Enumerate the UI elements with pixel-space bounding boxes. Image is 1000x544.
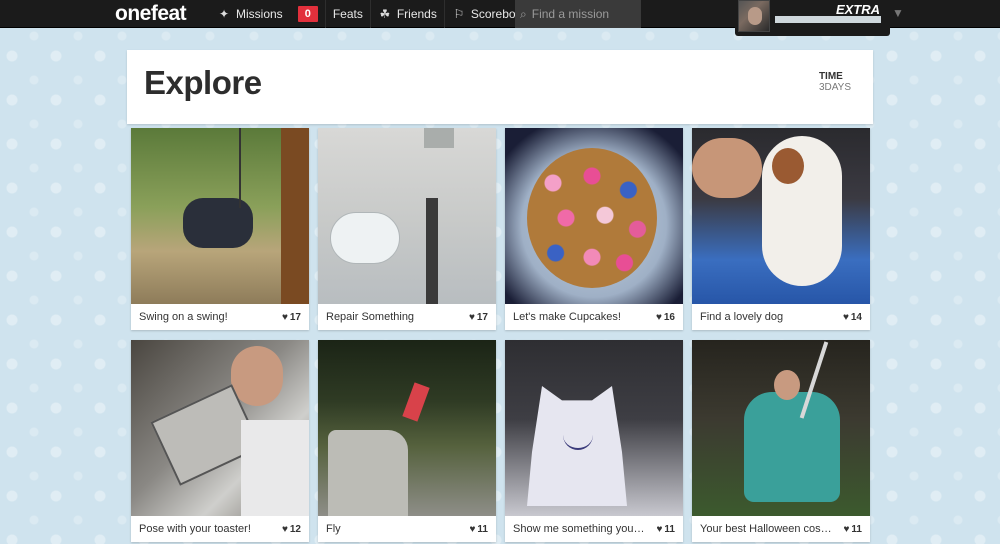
heart-icon: ♥	[843, 523, 850, 535]
mission-card[interactable]: Your best Halloween cost... ♥ 11	[692, 340, 870, 542]
likes-count[interactable]: ♥ 16	[656, 312, 675, 323]
mission-photo[interactable]	[131, 128, 309, 304]
likes-value: 17	[476, 311, 488, 323]
likes-count[interactable]: ♥ 12	[282, 524, 301, 535]
mission-photo[interactable]	[505, 128, 683, 304]
search-icon: ⌕	[520, 6, 527, 21]
time-value: 3DAYS	[818, 82, 851, 93]
user-rank: EXTRA	[835, 2, 880, 17]
shirt-shape	[241, 420, 309, 516]
mission-card[interactable]: Let's make Cupcakes! ♥ 16	[505, 128, 683, 330]
nav-friends-label: Friends	[396, 7, 437, 21]
dog-patch-shape	[772, 148, 804, 184]
person-shape	[183, 198, 253, 248]
likes-count[interactable]: ♥ 17	[282, 312, 301, 323]
face-shape	[231, 346, 283, 406]
mission-photo[interactable]	[692, 128, 870, 304]
head-shape	[774, 370, 800, 400]
mission-photo[interactable]	[505, 340, 683, 516]
mission-card[interactable]: Find a lovely dog ♥ 14	[692, 128, 870, 330]
main-nav: ✦ Missions 0 Feats ☘ Friends ⚐ Scoreboar…	[210, 0, 540, 28]
likes-count[interactable]: ♥ 11	[469, 524, 488, 535]
nav-missions[interactable]: ✦ Missions 0	[210, 0, 325, 28]
likes-value: 11	[477, 523, 488, 535]
heart-icon: ♥	[469, 523, 476, 535]
likes-count[interactable]: ♥ 11	[843, 524, 862, 535]
nav-missions-label: Missions	[236, 7, 283, 21]
nav-feats-label: Feats	[332, 7, 363, 21]
likes-value: 11	[664, 523, 675, 535]
onefeat-logo[interactable]: onefeat	[115, 2, 187, 26]
mission-title[interactable]: Repair Something	[326, 311, 414, 323]
jumper-shape	[402, 382, 430, 422]
page-title: Explore	[144, 64, 262, 101]
time-label: TIME	[818, 71, 843, 82]
heart-icon: ♥	[468, 311, 475, 323]
armchair-costume-shape	[744, 392, 840, 502]
mission-photo[interactable]	[692, 340, 870, 516]
likes-value: 12	[289, 523, 301, 535]
hand-shape	[692, 138, 762, 198]
nav-friends[interactable]: ☘ Friends	[369, 0, 444, 28]
heart-icon: ♥	[281, 523, 288, 535]
heart-icon: ♥	[281, 311, 288, 323]
likes-value: 16	[663, 311, 675, 323]
likes-value: 17	[289, 311, 301, 323]
likes-count[interactable]: ♥ 11	[656, 524, 675, 535]
mission-title[interactable]: Find a lovely dog	[700, 311, 783, 323]
heart-icon: ♥	[655, 311, 662, 323]
mission-photo[interactable]	[131, 340, 309, 516]
user-menu[interactable]: EXTRA	[735, 0, 890, 36]
likes-count[interactable]: ♥ 17	[469, 312, 488, 323]
mission-title[interactable]: Show me something you ...	[513, 523, 645, 535]
mission-card[interactable]: Pose with your toaster! ♥ 12	[131, 340, 309, 542]
mission-photo[interactable]	[318, 340, 496, 516]
search-input[interactable]	[531, 7, 632, 21]
mission-title[interactable]: Pose with your toaster!	[139, 523, 251, 535]
likes-count[interactable]: ♥ 14	[843, 312, 862, 323]
time-filter[interactable]: TIME 3DAYS	[819, 71, 851, 93]
likes-value: 14	[850, 311, 862, 323]
whisk-handle	[426, 198, 438, 304]
hairdryer-shape	[330, 212, 400, 264]
page-header: Explore TIME 3DAYS	[127, 50, 873, 124]
mission-card[interactable]: Show me something you ... ♥ 11	[505, 340, 683, 542]
mission-title[interactable]: Your best Halloween cost...	[700, 523, 832, 535]
missions-count-badge: 0	[297, 6, 318, 22]
mission-card[interactable]: Fly ♥ 11	[318, 340, 496, 542]
vent-shape	[424, 128, 454, 148]
mission-title[interactable]: Fly	[326, 523, 341, 535]
heart-icon: ♥	[842, 311, 849, 323]
rock-shape	[328, 430, 408, 516]
post-shape	[281, 128, 309, 304]
xp-progress-bar	[775, 16, 881, 23]
swing-chain	[239, 128, 241, 208]
mission-card[interactable]: Swing on a swing! ♥ 17	[131, 128, 309, 330]
mission-title[interactable]: Swing on a swing!	[139, 311, 228, 323]
chevron-down-icon[interactable]: ▼	[892, 6, 904, 20]
avatar[interactable]	[738, 0, 770, 32]
scoreboard-icon: ⚐	[453, 7, 465, 21]
friends-icon: ☘	[379, 7, 391, 21]
mission-photo[interactable]	[318, 128, 496, 304]
nav-feats[interactable]: Feats	[324, 0, 370, 28]
cupcakes-shape	[527, 148, 657, 288]
likes-value: 11	[851, 523, 862, 535]
star-plus-icon: ✦	[218, 7, 230, 21]
mission-card[interactable]: Repair Something ♥ 17	[318, 128, 496, 330]
mission-title[interactable]: Let's make Cupcakes!	[513, 311, 621, 323]
search-box[interactable]: ⌕	[515, 0, 641, 28]
heart-icon: ♥	[656, 523, 663, 535]
